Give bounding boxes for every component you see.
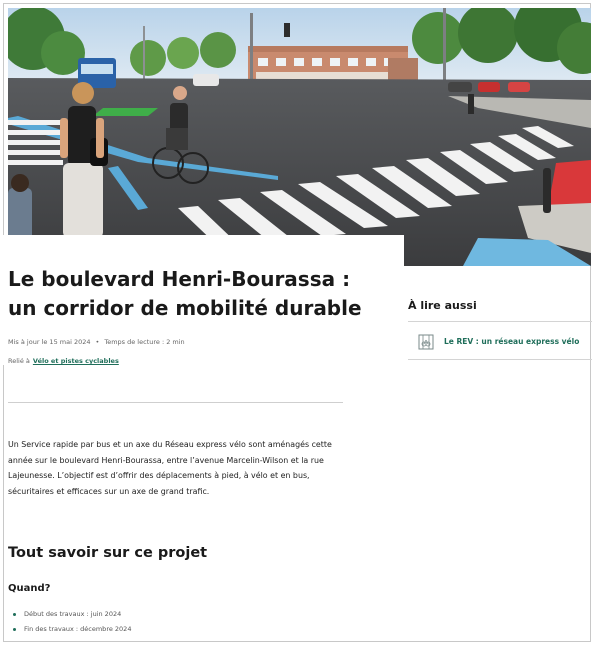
reading-time: Temps de lecture : 2 min <box>104 338 185 346</box>
bike-lane-icon <box>418 334 434 349</box>
aside-divider-bottom <box>408 359 592 360</box>
intro-paragraph: Un Service rapide par bus et un axe du R… <box>8 440 332 496</box>
list-item-text: Fin des travaux : décembre 2024 <box>24 625 132 633</box>
list-item: Fin des travaux : décembre 2024 <box>8 622 131 637</box>
related-topic-link[interactable]: Vélo et pistes cyclables <box>33 357 119 365</box>
bullet-icon <box>13 613 16 616</box>
aside-title: À lire aussi <box>408 299 477 312</box>
meta-separator: • <box>95 338 100 346</box>
updated-date: Mis à jour le 15 mai 2024 <box>8 338 91 346</box>
bullet-icon <box>13 628 16 631</box>
aside-item-rev[interactable]: Le REV : un réseau express vélo <box>408 325 592 358</box>
aside-divider-top <box>408 321 592 322</box>
when-title: Quand? <box>8 583 51 594</box>
list-item-text: Début des travaux : juin 2024 <box>24 610 122 618</box>
related-topic: Relié à Vélo et pistes cyclables <box>8 357 119 365</box>
section-title: Tout savoir sur ce projet <box>8 545 208 561</box>
aside-item-label[interactable]: Le REV : un réseau express vélo <box>444 337 579 346</box>
related-prefix: Relié à <box>8 357 30 365</box>
article-meta: Mis à jour le 15 mai 2024 • Temps de lectu… <box>8 338 185 346</box>
list-item: Début des travaux : juin 2024 <box>8 607 131 622</box>
hero-image <box>8 8 591 266</box>
divider <box>8 402 343 403</box>
when-list: Début des travaux : juin 2024 Fin des tr… <box>8 607 131 637</box>
page-title: Le boulevard Henri-Bourassa : un corrido… <box>8 267 362 320</box>
